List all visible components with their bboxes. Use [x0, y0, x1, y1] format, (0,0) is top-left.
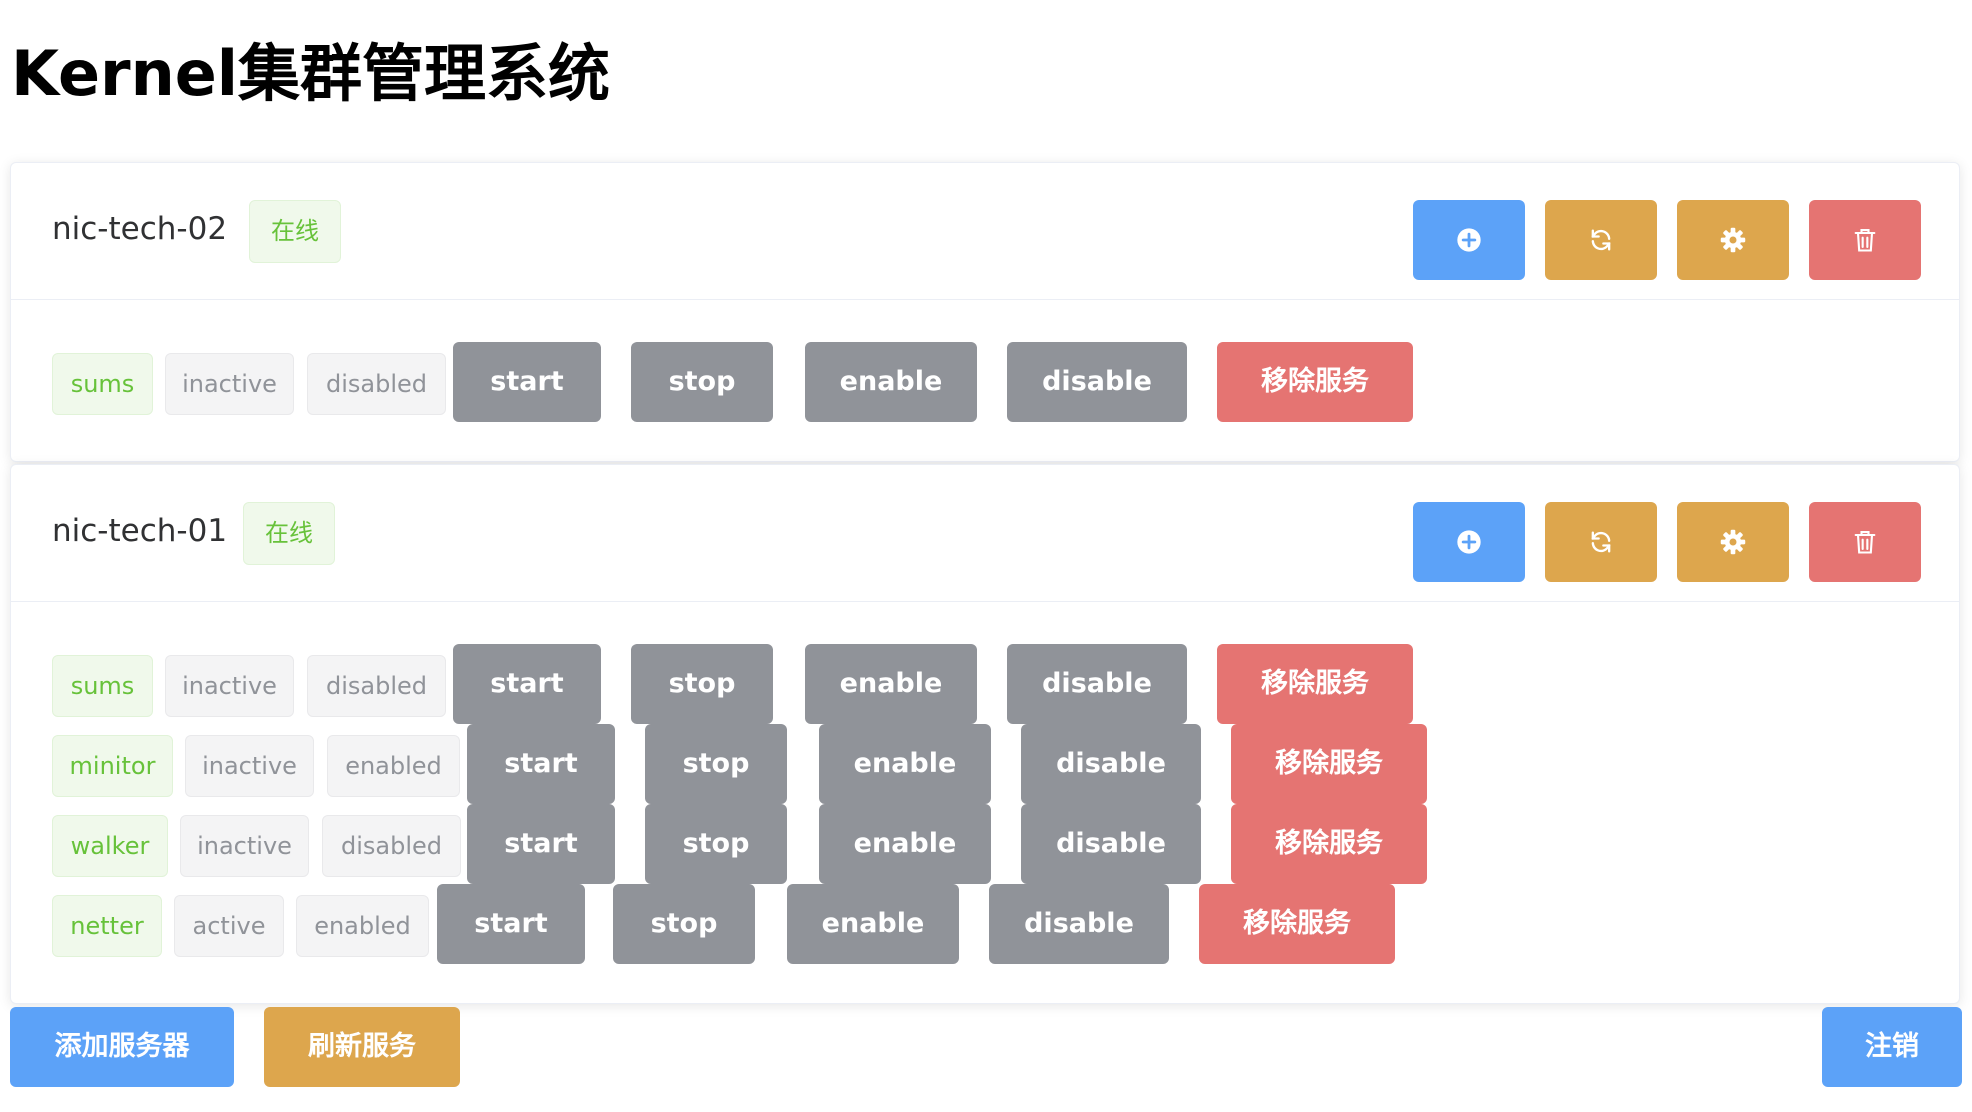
enable-button[interactable]: enable [787, 884, 959, 964]
stop-button[interactable]: stop [631, 644, 773, 724]
remove-service-button[interactable]: 移除服务 [1217, 342, 1413, 422]
stop-button[interactable]: stop [645, 804, 787, 884]
disable-button[interactable]: disable [1021, 804, 1201, 884]
service-enabled-tag: enabled [327, 735, 460, 797]
disable-button[interactable]: disable [1007, 342, 1187, 422]
trash-icon [1854, 229, 1876, 252]
status-badge: 在线 [243, 502, 335, 565]
disable-button[interactable]: disable [1021, 724, 1201, 804]
stop-button[interactable]: stop [645, 724, 787, 804]
service-enabled-tag: enabled [296, 895, 429, 957]
start-button[interactable]: start [437, 884, 585, 964]
delete-server-button[interactable] [1809, 502, 1921, 582]
service-enabled-tag: disabled [322, 815, 461, 877]
stop-button[interactable]: stop [613, 884, 755, 964]
service-state-tag: inactive [180, 815, 309, 877]
add-service-button[interactable] [1413, 200, 1525, 280]
service-state-tag: inactive [165, 353, 294, 415]
remove-service-button[interactable]: 移除服务 [1217, 644, 1413, 724]
page: Kernel集群管理系统 nic-tech-02 在线 sums inactiv… [0, 0, 1972, 1112]
service-state-tag: active [174, 895, 284, 957]
service-state-tag: inactive [185, 735, 314, 797]
server-card: nic-tech-01 在线 sums inactive disabled st… [10, 464, 1960, 1004]
service-name-tag: sums [52, 353, 153, 415]
enable-button[interactable]: enable [805, 644, 977, 724]
service-name-tag: sums [52, 655, 153, 717]
service-name-tag: walker [52, 815, 168, 877]
start-button[interactable]: start [467, 804, 615, 884]
refresh-services-button[interactable]: 刷新服务 [264, 1007, 460, 1087]
refresh-server-button[interactable] [1545, 200, 1657, 280]
gear-icon [1720, 227, 1746, 253]
start-button[interactable]: start [467, 724, 615, 804]
service-state-tag: inactive [165, 655, 294, 717]
enable-button[interactable]: enable [819, 804, 991, 884]
remove-service-button[interactable]: 移除服务 [1199, 884, 1395, 964]
enable-button[interactable]: enable [805, 342, 977, 422]
start-button[interactable]: start [453, 342, 601, 422]
refresh-icon [1591, 531, 1611, 553]
add-service-button[interactable] [1413, 502, 1525, 582]
server-card: nic-tech-02 在线 sums inactive disabled st… [10, 162, 1960, 462]
plus-circle-icon [1457, 228, 1481, 252]
stop-button[interactable]: stop [631, 342, 773, 422]
delete-server-button[interactable] [1809, 200, 1921, 280]
trash-icon [1854, 531, 1876, 554]
add-server-button[interactable]: 添加服务器 [10, 1007, 234, 1087]
service-name-tag: netter [52, 895, 162, 957]
settings-button[interactable] [1677, 200, 1789, 280]
remove-service-button[interactable]: 移除服务 [1231, 804, 1427, 884]
start-button[interactable]: start [453, 644, 601, 724]
refresh-icon [1591, 229, 1611, 251]
server-card-header: nic-tech-01 在线 [11, 465, 1959, 602]
page-title: Kernel集群管理系统 [11, 37, 611, 110]
service-name-tag: minitor [52, 735, 173, 797]
remove-service-button[interactable]: 移除服务 [1231, 724, 1427, 804]
settings-button[interactable] [1677, 502, 1789, 582]
server-name: nic-tech-01 [52, 513, 228, 549]
enable-button[interactable]: enable [819, 724, 991, 804]
status-badge: 在线 [249, 200, 341, 263]
logout-button[interactable]: 注销 [1822, 1007, 1962, 1087]
plus-circle-icon [1457, 530, 1481, 554]
service-enabled-tag: disabled [307, 655, 446, 717]
server-card-header: nic-tech-02 在线 [11, 163, 1959, 300]
disable-button[interactable]: disable [1007, 644, 1187, 724]
gear-icon [1720, 529, 1746, 555]
server-name: nic-tech-02 [52, 211, 228, 247]
refresh-server-button[interactable] [1545, 502, 1657, 582]
service-enabled-tag: disabled [307, 353, 446, 415]
disable-button[interactable]: disable [989, 884, 1169, 964]
